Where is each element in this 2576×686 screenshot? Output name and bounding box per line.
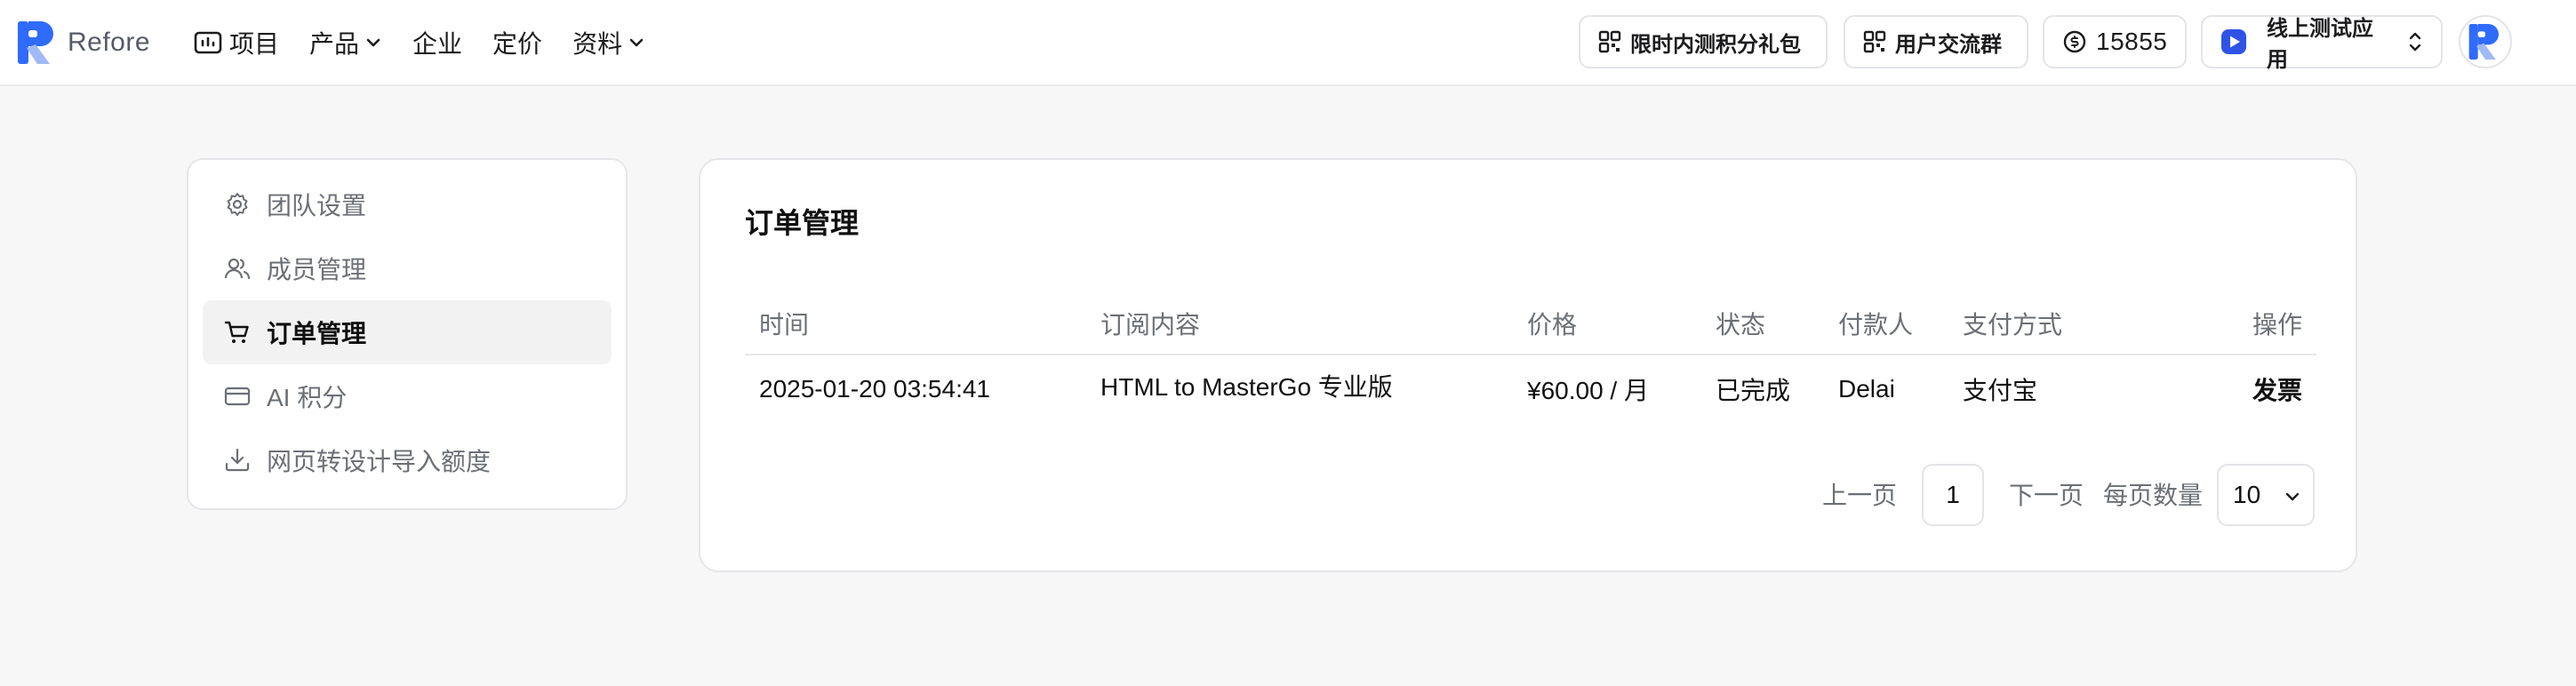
page-size-value: 10 xyxy=(2233,481,2261,508)
folder-icon xyxy=(194,31,222,54)
sidebar-item-label: 成员管理 xyxy=(267,256,367,283)
chevron-down-icon xyxy=(629,38,644,47)
sidebar-item-team-settings[interactable]: 团队设置 xyxy=(203,172,612,236)
column-header-time: 时间 xyxy=(759,311,810,339)
app-switcher-button[interactable]: 线上测试应用 xyxy=(2201,15,2443,72)
avatar-logo-icon xyxy=(2468,24,2499,60)
column-header-payer: 付款人 xyxy=(1838,311,1914,339)
nav-enterprise-label: 企业 xyxy=(412,30,463,58)
invoice-link[interactable]: 发票 xyxy=(2252,357,2302,421)
credits-balance-value: 15855 xyxy=(2096,28,2168,55)
cart-icon xyxy=(224,321,249,343)
credit-card-icon xyxy=(224,387,251,406)
qr-code-icon xyxy=(1598,30,1621,53)
coin-icon xyxy=(2063,30,2086,53)
top-header: Refore 项目 产品 企业 定价 资料 限时内测积分礼包 用户交流群 158… xyxy=(0,0,2576,86)
promo-credits-button[interactable]: 限时内测积分礼包 xyxy=(1579,15,1828,68)
chevron-down-icon xyxy=(366,38,380,47)
community-group-button[interactable]: 用户交流群 xyxy=(1844,15,2028,68)
column-header-method: 支付方式 xyxy=(1963,311,2063,339)
promo-credits-label: 限时内测积分礼包 xyxy=(1630,32,1801,57)
chevron-down-icon xyxy=(2285,492,2300,501)
column-header-content: 订阅内容 xyxy=(1100,311,1201,339)
orders-panel: 订单管理 时间 订阅内容 价格 状态 付款人 支付方式 操作 2025-01-2… xyxy=(699,158,2357,572)
nav-projects-label: 项目 xyxy=(229,30,280,58)
page-size-label: 每页数量 xyxy=(2103,482,2204,509)
order-time: 2025-01-20 03:54:41 xyxy=(759,375,990,403)
user-avatar[interactable] xyxy=(2459,15,2512,68)
page-title: 订单管理 xyxy=(745,207,860,239)
order-payment-method: 支付宝 xyxy=(1963,377,2038,404)
page-number-button[interactable]: 1 xyxy=(1922,464,1984,526)
app-logo-icon xyxy=(2221,29,2246,54)
nav-resources[interactable]: 资料 xyxy=(572,25,645,60)
main-nav: 项目 产品 企业 定价 资料 xyxy=(194,20,676,66)
users-icon xyxy=(224,258,251,280)
order-content: HTML to MasterGo 专业版 xyxy=(1100,373,1393,401)
gear-icon xyxy=(227,193,248,216)
brand-name: Refore xyxy=(68,28,151,57)
sidebar-item-members[interactable]: 成员管理 xyxy=(203,236,612,300)
download-icon xyxy=(225,448,250,472)
table-header: 时间 订阅内容 价格 状态 付款人 支付方式 操作 xyxy=(745,291,2316,355)
sidebar-item-orders[interactable]: 订单管理 xyxy=(203,300,612,364)
nav-pricing[interactable]: 定价 xyxy=(492,25,542,60)
sidebar-item-label: 订单管理 xyxy=(267,320,367,347)
nav-projects[interactable]: 项目 xyxy=(194,25,279,60)
column-header-status: 状态 xyxy=(1716,311,1766,339)
app-switcher-label: 线上测试应用 xyxy=(2267,17,2373,72)
chevron-up-down-icon xyxy=(2409,32,2421,52)
column-header-price: 价格 xyxy=(1527,311,1578,339)
table-row: 2025-01-20 03:54:41 HTML to MasterGo 专业版… xyxy=(745,357,2316,421)
order-price: ¥60.00 / 月 xyxy=(1527,377,1649,404)
brand-logo[interactable]: Refore xyxy=(16,20,150,66)
sidebar-item-label: AI 积分 xyxy=(267,384,348,411)
nav-enterprise[interactable]: 企业 xyxy=(412,25,462,60)
prev-page-button[interactable]: 上一页 xyxy=(1822,462,1897,526)
page-size-select[interactable]: 10 xyxy=(2217,464,2315,526)
nav-products[interactable]: 产品 xyxy=(309,25,382,60)
next-page-button[interactable]: 下一页 xyxy=(2009,462,2084,526)
refore-logo-icon xyxy=(18,21,53,64)
settings-sidebar: 团队设置 成员管理 订单管理 AI 积分 网页转设计导入额度 xyxy=(187,158,628,510)
nav-resources-label: 资料 xyxy=(572,30,623,58)
sidebar-item-label: 团队设置 xyxy=(267,192,367,219)
order-status: 已完成 xyxy=(1716,377,1791,404)
credits-balance-button[interactable]: 15855 xyxy=(2043,15,2187,68)
sidebar-item-label: 网页转设计导入额度 xyxy=(267,448,492,475)
community-group-label: 用户交流群 xyxy=(1895,32,2002,57)
nav-products-label: 产品 xyxy=(309,30,360,58)
nav-pricing-label: 定价 xyxy=(492,30,543,58)
sidebar-item-import-quota[interactable]: 网页转设计导入额度 xyxy=(203,428,612,492)
order-payer: Delai xyxy=(1838,375,1895,403)
column-header-action: 操作 xyxy=(2252,311,2302,339)
qr-code-icon xyxy=(1863,30,1886,53)
sidebar-item-ai-credits[interactable]: AI 积分 xyxy=(203,364,612,428)
